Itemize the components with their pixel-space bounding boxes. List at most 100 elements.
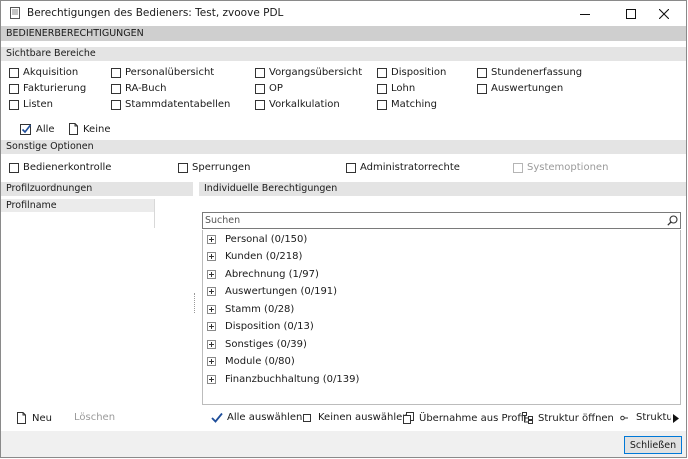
checkbox-box[interactable] bbox=[9, 67, 19, 78]
tree-node-sonstiges[interactable]: Sonstiges (0/39) bbox=[207, 339, 307, 350]
search-box[interactable] bbox=[202, 212, 681, 229]
checkbox-stammdatentabellen[interactable]: Stammdatentabellen bbox=[111, 99, 230, 110]
sichtbare-bereiche-header: Sichtbare Bereiche bbox=[1, 47, 686, 61]
checkbox-administratorrechte[interactable]: Administratorrechte bbox=[346, 162, 460, 173]
toolbar-overflow-arrow[interactable] bbox=[671, 411, 681, 425]
checkbox-box[interactable] bbox=[178, 162, 188, 173]
checkbox-matching[interactable]: Matching bbox=[377, 99, 437, 110]
checkbox-box[interactable] bbox=[255, 67, 265, 78]
checkbox-label: Stundenerfassung bbox=[491, 67, 583, 78]
expand-icon[interactable] bbox=[207, 270, 216, 279]
key-icon bbox=[620, 415, 628, 420]
open-structure-button[interactable]: Struktur öffnen bbox=[522, 412, 614, 424]
checkbox-sperrungen[interactable]: Sperrungen bbox=[178, 162, 250, 173]
checkbox-listen[interactable]: Listen bbox=[9, 99, 53, 110]
tree-node-abrechnung[interactable]: Abrechnung (1/97) bbox=[207, 269, 319, 280]
tree-select-all-button[interactable]: Alle auswählen bbox=[211, 412, 302, 423]
checkbox-box[interactable] bbox=[255, 83, 265, 94]
checkbox-fakturierung[interactable]: Fakturierung bbox=[9, 83, 86, 94]
tree-node-finanzbuchhaltung[interactable]: Finanzbuchhaltung (0/139) bbox=[207, 374, 359, 385]
minimize-button[interactable] bbox=[562, 1, 608, 26]
expand-icon[interactable] bbox=[207, 305, 216, 314]
checkbox-ra-buch[interactable]: RA-Buch bbox=[111, 83, 166, 94]
checkbox-akquisition[interactable]: Akquisition bbox=[9, 67, 78, 78]
tree-node-stamm[interactable]: Stamm (0/28) bbox=[207, 304, 294, 315]
new-document-icon bbox=[17, 412, 26, 424]
checkbox-box bbox=[513, 162, 523, 173]
checkbox-box[interactable] bbox=[255, 99, 265, 110]
checkbox-personaluebersicht[interactable]: Personalübersicht bbox=[111, 67, 214, 78]
expand-icon[interactable] bbox=[207, 375, 216, 384]
checkbox-box[interactable] bbox=[377, 67, 387, 78]
tree-node-label: Module (0/80) bbox=[225, 356, 295, 367]
collapse-structure-button[interactable]: Struktu bbox=[620, 412, 671, 423]
tree-node-label: Kunden (0/218) bbox=[225, 251, 303, 262]
select-all-button[interactable]: Alle bbox=[20, 123, 55, 135]
checkbox-label: Vorkalkulation bbox=[269, 99, 340, 110]
expand-icon[interactable] bbox=[207, 322, 216, 331]
checkbox-label: Stammdatentabellen bbox=[125, 99, 231, 110]
delete-profile-label: Löschen bbox=[74, 412, 116, 423]
checkbox-label: Disposition bbox=[391, 67, 447, 78]
expand-icon[interactable] bbox=[207, 235, 216, 244]
individuelle-berechtigungen-header: Individuelle Berechtigungen bbox=[199, 182, 686, 196]
select-none-button[interactable]: Keine bbox=[68, 123, 110, 135]
checkbox-box[interactable] bbox=[477, 83, 487, 94]
checkbox-stundenerfassung[interactable]: Stundenerfassung bbox=[477, 67, 582, 78]
checkbox-label: Vorgangsübersicht bbox=[269, 67, 363, 78]
checkbox-box[interactable] bbox=[9, 99, 19, 110]
title-bar: Berechtigungen des Bedieners: Test, zvoo… bbox=[1, 1, 686, 26]
checkbox-op[interactable]: OP bbox=[255, 83, 283, 94]
panel-splitter[interactable] bbox=[194, 293, 197, 313]
tree-node-personal[interactable]: Personal (0/150) bbox=[207, 234, 307, 245]
checkbox-bedienerkontrolle[interactable]: Bedienerkontrolle bbox=[9, 162, 111, 173]
checkbox-box[interactable] bbox=[477, 67, 487, 78]
profile-column-label: Profilname bbox=[6, 200, 57, 211]
copy-icon bbox=[403, 412, 414, 424]
tree-node-module[interactable]: Module (0/80) bbox=[207, 356, 295, 367]
profile-column-header[interactable]: Profilname bbox=[1, 199, 154, 212]
search-input[interactable] bbox=[205, 214, 660, 227]
profile-list[interactable]: Profilname bbox=[1, 198, 193, 404]
tree-node-label: Finanzbuchhaltung (0/139) bbox=[225, 374, 360, 385]
tree-structure-icon bbox=[522, 412, 533, 424]
checkbox-box[interactable] bbox=[111, 83, 121, 94]
take-from-profile-button[interactable]: Übernahme aus Profil bbox=[403, 412, 526, 424]
checkbox-vorgangsuebersicht[interactable]: Vorgangsübersicht bbox=[255, 67, 362, 78]
tree-select-none-label: Keinen auswählen bbox=[318, 412, 409, 423]
tree-node-label: Sonstiges (0/39) bbox=[225, 339, 307, 350]
checkbox-box[interactable] bbox=[111, 99, 121, 110]
checkbox-label: RA-Buch bbox=[125, 83, 167, 94]
checkbox-auswertungen[interactable]: Auswertungen bbox=[477, 83, 563, 94]
checkbox-box[interactable] bbox=[346, 162, 356, 173]
checkbox-box[interactable] bbox=[377, 99, 387, 110]
checkbox-label: Systemoptionen bbox=[527, 162, 609, 173]
new-profile-button[interactable]: Neu bbox=[16, 412, 52, 424]
checkbox-label: Matching bbox=[391, 99, 437, 110]
tree-select-none-button[interactable]: Keinen auswählen bbox=[303, 412, 409, 423]
checkbox-box[interactable] bbox=[9, 162, 19, 173]
checkbox-disposition[interactable]: Disposition bbox=[377, 67, 446, 78]
close-button[interactable]: Schließen bbox=[624, 436, 682, 454]
checkbox-box[interactable] bbox=[377, 83, 387, 94]
expand-icon[interactable] bbox=[207, 340, 216, 349]
sonstige-optionen-header: Sonstige Optionen bbox=[1, 140, 686, 154]
checkbox-box[interactable] bbox=[9, 83, 19, 94]
checkbox-box[interactable] bbox=[111, 67, 121, 78]
permissions-tree[interactable]: Personal (0/150) Kunden (0/218) Abrechnu… bbox=[202, 230, 681, 405]
expand-icon[interactable] bbox=[207, 252, 216, 261]
tree-node-disposition[interactable]: Disposition (0/13) bbox=[207, 321, 314, 332]
checkbox-label: Personalübersicht bbox=[125, 67, 215, 78]
checkmark-icon bbox=[211, 412, 223, 423]
tree-node-label: Personal (0/150) bbox=[225, 234, 308, 245]
tree-node-auswertungen[interactable]: Auswertungen (0/191) bbox=[207, 286, 337, 297]
tree-node-kunden[interactable]: Kunden (0/218) bbox=[207, 251, 302, 262]
arrow-right-icon bbox=[673, 413, 679, 423]
expand-icon[interactable] bbox=[207, 357, 216, 366]
close-icon bbox=[659, 8, 669, 19]
expand-icon[interactable] bbox=[207, 287, 216, 296]
search-icon[interactable] bbox=[667, 215, 678, 226]
close-window-button[interactable] bbox=[641, 1, 686, 26]
checkbox-lohn[interactable]: Lohn bbox=[377, 83, 415, 94]
checkbox-vorkalkulation[interactable]: Vorkalkulation bbox=[255, 99, 340, 110]
